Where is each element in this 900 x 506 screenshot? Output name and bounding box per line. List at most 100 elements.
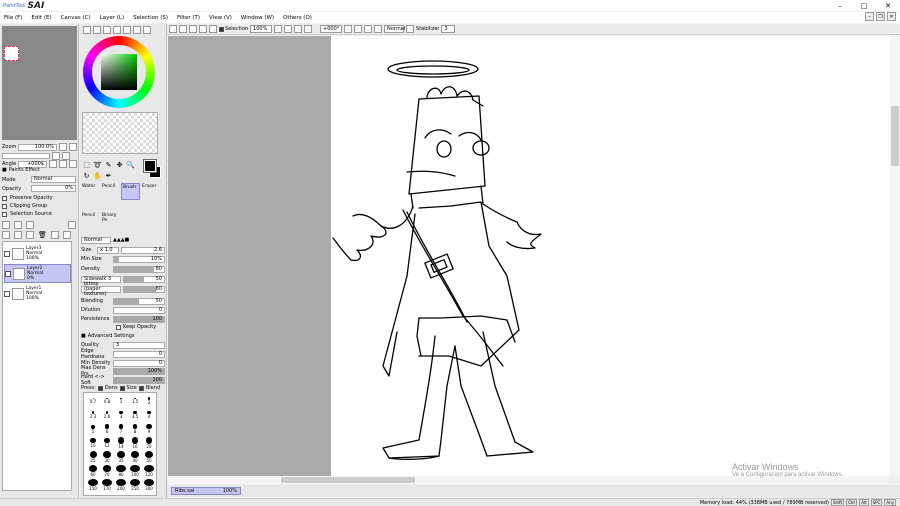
min-density-slider[interactable]: 0	[113, 359, 165, 367]
brush-size-preset[interactable]: 7	[114, 423, 128, 435]
clipping-group-row[interactable]: Clipping Group	[2, 203, 76, 209]
brush-size-preset[interactable]: 3	[114, 409, 128, 421]
brush-size-preset[interactable]: 0.8	[100, 395, 114, 407]
doc-close-button[interactable]: ✕	[887, 12, 896, 21]
rotate-cw-button[interactable]	[59, 160, 67, 168]
transfer-down-button[interactable]	[14, 231, 22, 239]
new-folder-button[interactable]	[26, 221, 34, 229]
menu-view[interactable]: View (V)	[209, 15, 232, 21]
press-size-checkbox[interactable]	[119, 385, 125, 391]
brush-size-preset[interactable]: 20	[142, 437, 156, 449]
brush-size-preset[interactable]: 25	[86, 451, 100, 463]
menu-file[interactable]: File (F)	[4, 15, 22, 21]
selection-source-row[interactable]: Selection Source	[2, 211, 76, 217]
deselect-button[interactable]	[189, 25, 197, 33]
shape-slider[interactable]: 50	[123, 275, 165, 283]
menu-window[interactable]: Window (W)	[241, 15, 274, 21]
brush-size-preset[interactable]: 50	[142, 451, 156, 463]
press-dens-checkbox[interactable]	[97, 385, 103, 391]
rotate-left-button[interactable]	[344, 25, 353, 33]
pressure-button[interactable]	[406, 25, 415, 33]
brush-size-preset[interactable]: 2	[142, 395, 156, 407]
delete-layer-button[interactable]	[62, 231, 71, 239]
brush-size-preset[interactable]: 200	[114, 479, 128, 491]
redo-button[interactable]	[179, 25, 187, 33]
new-linework-layer-button[interactable]	[14, 221, 22, 229]
zoom-fit-button[interactable]	[304, 25, 313, 33]
copy-layer-button[interactable]	[2, 231, 10, 239]
maximize-button[interactable]: □	[852, 0, 876, 11]
document-tab[interactable]: Ribs.sai 100%	[171, 487, 241, 495]
brush-size-preset[interactable]: 150	[86, 479, 100, 491]
brush-slot-pencil-2[interactable]: Pencil	[81, 212, 100, 229]
visibility-eye-icon[interactable]	[5, 270, 11, 277]
layer-item-selected[interactable]: Layer2 Normal 0%	[4, 264, 71, 283]
selection-source-checkbox[interactable]	[2, 211, 7, 217]
brush-size-preset[interactable]: 14	[114, 437, 128, 449]
brush-size-preset[interactable]: 120	[142, 465, 156, 477]
rotate-right-button[interactable]	[354, 25, 363, 33]
nav-zoom-in-button[interactable]	[69, 143, 77, 151]
blend-mode-field[interactable]: Normal	[384, 25, 405, 33]
selection-mode-button[interactable]	[209, 25, 217, 33]
zoom-reset-button[interactable]	[294, 25, 303, 33]
swatches-mode-button[interactable]	[113, 26, 121, 34]
brush-size-preset[interactable]: 4	[142, 409, 156, 421]
menu-filter[interactable]: Filter (T)	[177, 15, 200, 21]
brush-size-preset[interactable]: 5	[86, 423, 100, 435]
brush-size-preset[interactable]: 1	[114, 395, 128, 407]
visibility-eye-icon[interactable]	[4, 290, 10, 297]
undo-button[interactable]	[169, 25, 177, 33]
brush-size-preset[interactable]: 2.6	[100, 409, 114, 421]
magic-wand-icon[interactable]: ✎	[104, 160, 113, 169]
brush-size-preset[interactable]: 40	[128, 451, 142, 463]
texture-select[interactable]: (paper textures)	[81, 285, 121, 296]
vertical-scrollbar[interactable]	[890, 36, 900, 476]
layer-item[interactable]: Layer3 Normal 100%	[4, 244, 71, 263]
brush-size-preset[interactable]: 9	[142, 423, 156, 435]
brush-size-preset[interactable]: 35	[114, 451, 128, 463]
horizontal-scroll-thumb[interactable]	[281, 477, 415, 483]
doc-minimize-button[interactable]: –	[865, 12, 874, 21]
brush-size-preset[interactable]: 30	[100, 451, 114, 463]
eyedropper-icon[interactable]: ✒	[104, 171, 113, 180]
brush-size-preset[interactable]: 3.5	[128, 409, 142, 421]
navigator-thumbnail[interactable]	[4, 46, 19, 61]
color-wheel-mode-button[interactable]	[83, 26, 91, 34]
brush-size-preset[interactable]: 2.3	[86, 409, 100, 421]
menu-layer[interactable]: Layer (L)	[100, 15, 124, 21]
brush-slot-empty[interactable]	[121, 212, 140, 229]
preserve-opacity-checkbox[interactable]	[2, 195, 7, 201]
rotation-field[interactable]: +000°	[320, 25, 343, 33]
zoom-field[interactable]: 100%	[250, 25, 273, 33]
brush-slot-water[interactable]: Water	[81, 183, 100, 200]
nav-zoom-out-button[interactable]	[59, 143, 67, 151]
selection-checkbox[interactable]	[219, 26, 224, 32]
rotate-ccw-button[interactable]	[49, 160, 57, 168]
invert-selection-button[interactable]	[199, 25, 207, 33]
new-layer-button[interactable]	[2, 221, 10, 229]
brush-size-preset[interactable]: 60	[86, 465, 100, 477]
keep-opacity-checkbox[interactable]	[116, 324, 121, 330]
saturation-value-square[interactable]	[101, 54, 137, 90]
layer-mask-button[interactable]	[68, 221, 76, 229]
texture-slider[interactable]: 80	[123, 285, 165, 293]
brush-size-preset[interactable]: 8	[128, 423, 142, 435]
drawing-canvas[interactable]	[331, 36, 890, 476]
brush-size-preset[interactable]: 1.5	[128, 395, 142, 407]
brush-size-preset[interactable]: 0.7	[86, 395, 100, 407]
blending-slider[interactable]: 50	[113, 297, 165, 305]
selection-toggle[interactable]: Selection	[219, 26, 248, 32]
layer-item[interactable]: Layer1 Normal 100%	[4, 284, 71, 303]
hand-icon[interactable]: ✋	[93, 171, 102, 180]
size-slider[interactable]: 2.6	[121, 246, 165, 254]
brush-slot-brush[interactable]: Brush	[121, 183, 140, 200]
advanced-settings-header[interactable]: ■ Advanced Settings	[81, 332, 165, 340]
edge-hardness-slider[interactable]: 0	[113, 350, 165, 358]
rotate-icon[interactable]: ↻	[82, 171, 91, 180]
rotate-reset-button[interactable]	[364, 25, 373, 33]
brush-slot-empty[interactable]	[141, 212, 160, 229]
brush-size-preset[interactable]: 10	[86, 437, 100, 449]
opacity-slider[interactable]: 0%	[31, 185, 76, 192]
brush-size-preset[interactable]: 100	[128, 465, 142, 477]
